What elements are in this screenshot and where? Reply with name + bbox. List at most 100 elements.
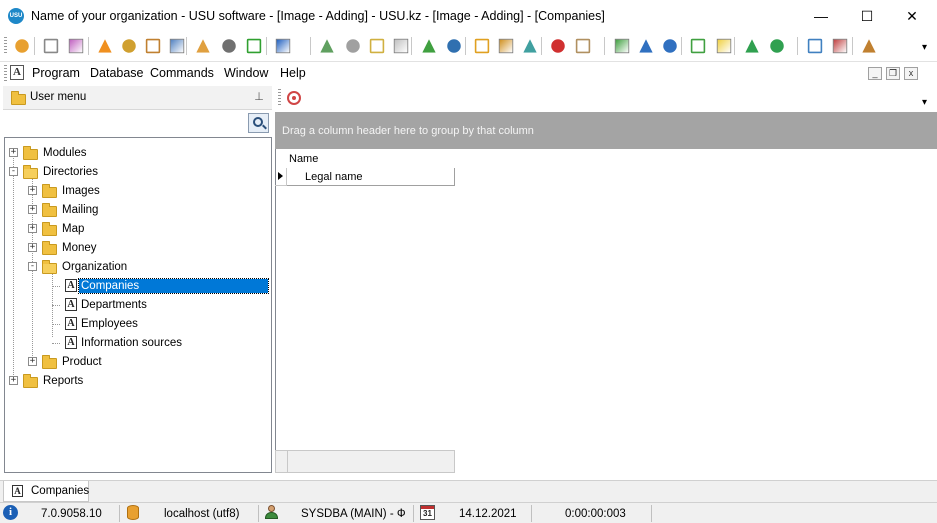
toolbar-grip[interactable] — [4, 37, 7, 55]
collapse-icon[interactable] — [639, 39, 653, 53]
user-menu-header: User menu — [3, 86, 272, 110]
table-row[interactable]: Legal name — [287, 168, 455, 186]
menu-bar: A Program Database Commands Window Help … — [0, 61, 937, 84]
add-record-icon[interactable] — [320, 39, 334, 53]
info-icon[interactable] — [275, 38, 291, 54]
mdi-minimize-button[interactable]: _ — [868, 67, 882, 80]
insert-column-icon[interactable] — [690, 38, 706, 54]
export-excel-icon[interactable] — [745, 39, 759, 53]
expand-product-icon[interactable]: + — [28, 357, 37, 366]
cell-legal-name: Legal name — [305, 171, 363, 183]
tree-item-organization[interactable]: Organization — [62, 261, 127, 273]
tree-item-map[interactable]: Map — [62, 223, 84, 235]
calendar-icon: 31 — [420, 505, 435, 520]
location-pin-icon[interactable] — [15, 39, 29, 53]
grid-toolbar-grip[interactable] — [278, 89, 281, 107]
tree-item-money[interactable]: Money — [62, 242, 97, 254]
sticky-note-icon[interactable] — [716, 38, 732, 54]
tree-item-modules[interactable]: Modules — [43, 147, 86, 159]
grid-toolbar-overflow-icon[interactable]: ▾ — [922, 97, 927, 108]
printer-icon[interactable] — [222, 39, 236, 53]
search-icon[interactable] — [447, 39, 461, 53]
mdi-close-button[interactable]: x — [904, 67, 918, 80]
plugin-icon[interactable] — [169, 38, 185, 54]
minimize-button[interactable]: — — [798, 0, 844, 32]
expand-money-icon[interactable]: + — [28, 243, 37, 252]
expand-reports-icon[interactable]: + — [9, 376, 18, 385]
table-icon[interactable] — [196, 39, 210, 53]
exit-icon[interactable] — [862, 39, 876, 53]
user-text: SYSDBA (MAIN) - Ф — [301, 508, 406, 520]
folder-open-icon — [42, 260, 57, 274]
tree-item-companies[interactable]: Companies — [78, 278, 269, 294]
tree-search-button[interactable] — [248, 113, 269, 133]
maximize-button[interactable]: ☐ — [844, 0, 890, 32]
window-close-icon[interactable] — [832, 38, 848, 54]
expand-map-icon[interactable]: + — [28, 224, 37, 233]
info-icon: i — [3, 505, 18, 520]
toolbar-overflow-icon[interactable]: ▾ — [922, 42, 927, 53]
column-header-name[interactable]: Name — [289, 153, 318, 165]
menu-database[interactable]: Database — [90, 66, 144, 80]
tree-item-employees[interactable]: Employees — [81, 318, 138, 330]
folder-icon — [23, 374, 38, 388]
window-new-icon[interactable] — [807, 38, 823, 54]
pin-icon[interactable]: ⊥ — [253, 91, 265, 103]
connection-text: localhost (utf8) — [164, 508, 240, 520]
rss-icon[interactable] — [98, 39, 112, 53]
close-button[interactable]: ✕ — [889, 0, 935, 32]
menu-program[interactable]: Program — [32, 66, 80, 80]
tree-item-product[interactable]: Product — [62, 356, 102, 368]
document-icon: A — [65, 317, 77, 330]
copy-record-icon[interactable] — [346, 39, 360, 53]
app-menu-icon[interactable]: A — [10, 65, 24, 80]
tree-item-directories[interactable]: Directories — [43, 166, 98, 178]
tree-item-departments[interactable]: Departments — [81, 299, 147, 311]
move-icon[interactable] — [614, 38, 630, 54]
clear-filter-icon[interactable] — [498, 38, 514, 54]
date-text: 14.12.2021 — [459, 508, 517, 520]
folder-icon — [42, 355, 57, 369]
tree-item-reports[interactable]: Reports — [43, 375, 83, 387]
import-excel-icon[interactable] — [770, 39, 784, 53]
expand-images-icon[interactable]: + — [28, 186, 37, 195]
image-icon[interactable] — [575, 38, 591, 54]
expand-modules-icon[interactable]: + — [9, 148, 18, 157]
users-icon[interactable] — [145, 38, 161, 54]
refresh-icon[interactable] — [422, 39, 436, 53]
document-icon: A — [65, 336, 77, 349]
delete-record-icon[interactable] — [393, 38, 409, 54]
lock-icon[interactable] — [122, 39, 136, 53]
menu-commands[interactable]: Commands — [150, 66, 214, 80]
data-grid[interactable] — [275, 149, 937, 473]
folder-icon — [42, 222, 57, 236]
filter-icon[interactable] — [474, 38, 490, 54]
grid-toolbar: ▾ — [275, 86, 937, 111]
expand-mailing-icon[interactable]: + — [28, 205, 37, 214]
menu-window[interactable]: Window — [224, 66, 268, 80]
tree-item-information-sources[interactable]: Information sources — [81, 337, 182, 349]
edit-record-icon[interactable] — [369, 38, 385, 54]
collapse-directories-icon[interactable]: - — [9, 167, 18, 176]
folder-icon — [42, 241, 57, 255]
color-wheel-icon[interactable] — [68, 38, 84, 54]
database-icon — [127, 505, 139, 520]
filter-check-icon[interactable] — [523, 39, 537, 53]
gear-icon[interactable] — [43, 38, 59, 54]
document-icon: A — [12, 485, 23, 497]
expand-icon[interactable] — [663, 39, 677, 53]
play-icon[interactable] — [246, 38, 262, 54]
tab-companies[interactable]: A Companies — [3, 481, 89, 502]
mdi-restore-button[interactable]: ❐ — [886, 67, 900, 80]
menubar-grip[interactable] — [4, 65, 7, 81]
row-indicator-icon — [275, 168, 287, 186]
menu-help[interactable]: Help — [280, 66, 306, 80]
collapse-organization-icon[interactable]: - — [28, 262, 37, 271]
tab-label: Companies — [31, 485, 90, 497]
tree-item-images[interactable]: Images — [62, 185, 100, 197]
tree-item-mailing[interactable]: Mailing — [62, 204, 98, 216]
folder-icon — [42, 184, 57, 198]
flag-icon[interactable] — [551, 39, 565, 53]
group-by-panel[interactable]: Drag a column header here to group by th… — [275, 112, 937, 149]
refresh-icon[interactable] — [287, 91, 301, 105]
